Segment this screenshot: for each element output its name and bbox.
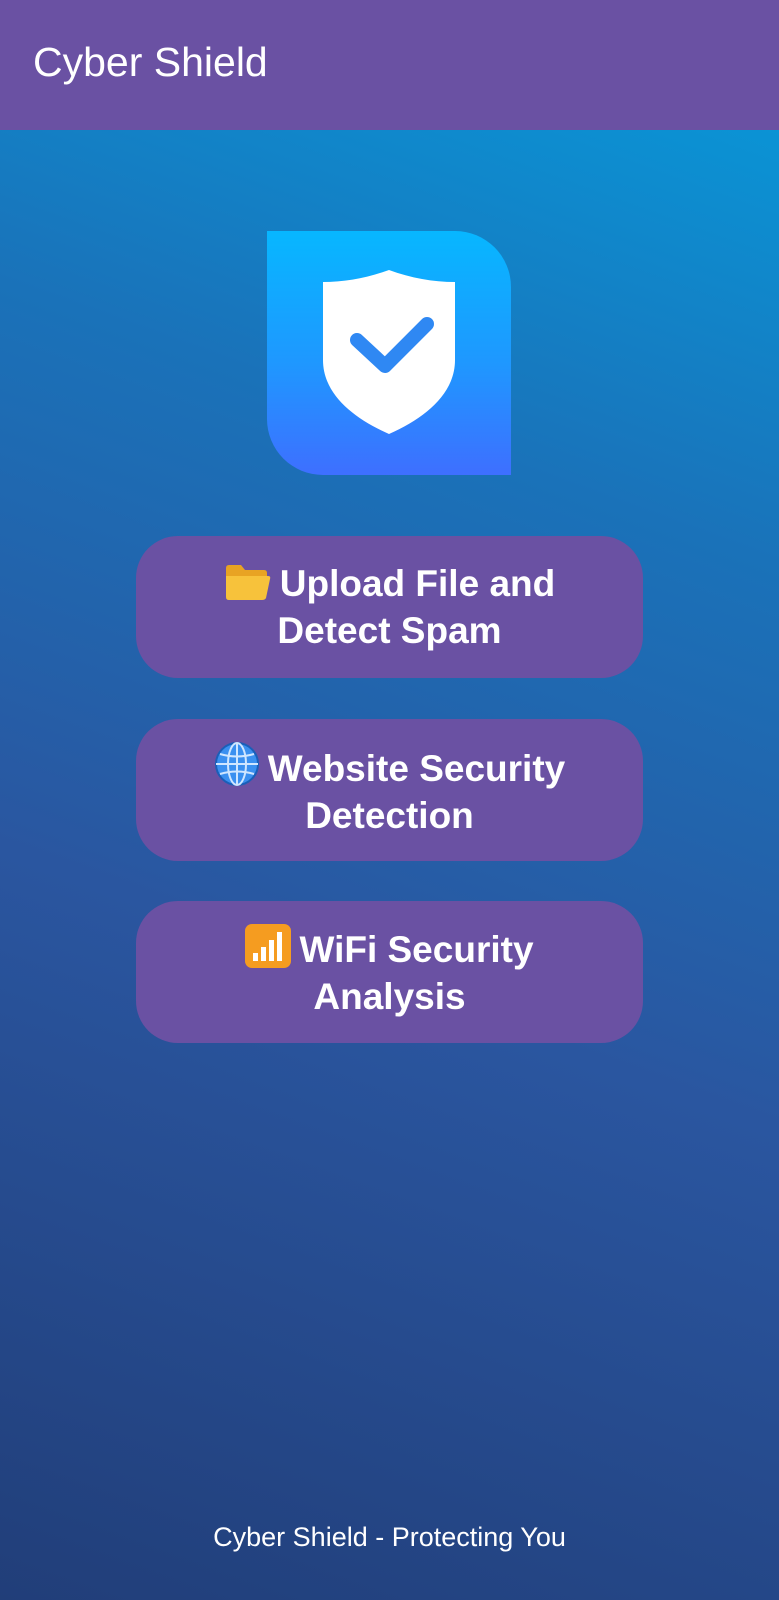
button-label-line2: Detect Spam (277, 610, 502, 651)
website-security-detection-button[interactable]: Website Security Detection (136, 719, 643, 861)
footer-tagline: Cyber Shield - Protecting You (213, 1522, 566, 1552)
shield-check-icon (323, 270, 455, 434)
button-label-line1: Website Security (267, 748, 566, 789)
wifi-security-analysis-button[interactable]: WiFi Security Analysis (136, 901, 643, 1043)
app-logo (267, 231, 511, 475)
button-label: WiFi Security Analysis (245, 924, 534, 1020)
app-title: Cyber Shield (33, 38, 268, 85)
signal-bars-icon (245, 924, 292, 968)
app-bar: Cyber Shield (0, 0, 779, 130)
upload-file-detect-spam-button[interactable]: Upload File and Detect Spam (136, 536, 643, 678)
button-label-line2: Detection (305, 795, 474, 836)
folder-icon (225, 565, 271, 600)
button-label-line2: Analysis (313, 976, 466, 1017)
globe-icon (214, 742, 259, 786)
button-label: Website Security Detection (214, 741, 565, 839)
button-label-line1: WiFi Security (299, 929, 534, 970)
button-label: Upload File and Detect Spam (224, 560, 555, 654)
button-label-line1: Upload File and (279, 563, 556, 604)
